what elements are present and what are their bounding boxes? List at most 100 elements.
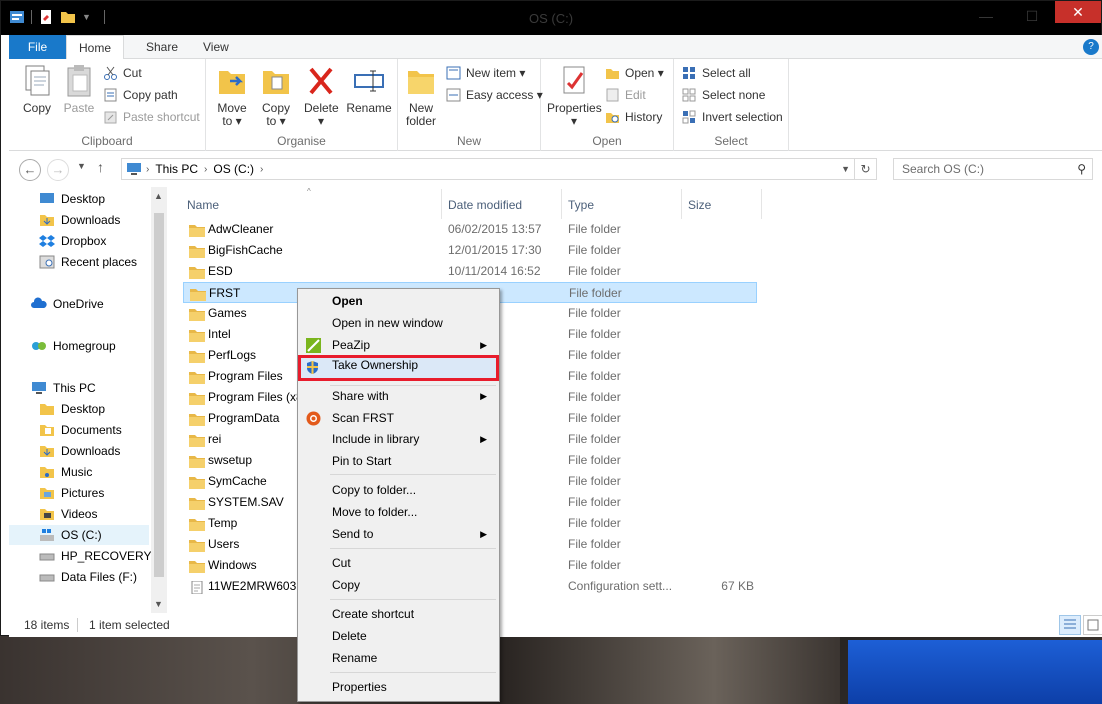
rename-button[interactable]: Rename: [346, 63, 392, 115]
move-to-button[interactable]: Move to ▾: [212, 63, 252, 128]
folder-icon: [189, 475, 205, 489]
open-button[interactable]: Open ▾: [605, 63, 664, 83]
menu-item-properties[interactable]: Properties: [300, 677, 497, 698]
close-button[interactable]: ✕: [1055, 1, 1101, 23]
menu-item-scan-frst[interactable]: Scan FRST: [300, 408, 497, 429]
menu-item-move-to-folder[interactable]: Move to folder...: [300, 502, 497, 523]
menu-item-copy-to-folder[interactable]: Copy to folder...: [300, 480, 497, 501]
menu-item-open[interactable]: Open: [300, 291, 497, 312]
menu-item-send-to-label: Send to: [332, 527, 374, 541]
nav-item-os-c[interactable]: OS (C:): [9, 525, 149, 545]
column-divider[interactable]: [561, 189, 562, 219]
up-arrow-icon[interactable]: ↑: [97, 159, 104, 175]
select-none-button[interactable]: Select none: [682, 85, 765, 105]
copy-to-button[interactable]: Copy to ▾: [256, 63, 296, 128]
menu-item-open-new-window[interactable]: Open in new window: [300, 313, 497, 334]
column-type[interactable]: Type: [568, 193, 594, 217]
desktop-icon: [39, 192, 55, 206]
sort-ascending-icon: ^: [307, 187, 311, 196]
menu-item-delete[interactable]: Delete: [300, 626, 497, 647]
delete-button[interactable]: Delete ▾: [304, 63, 339, 128]
uac-shield-icon: [305, 360, 320, 375]
tab-share[interactable]: Share: [132, 35, 192, 59]
nav-label: Videos: [61, 507, 98, 521]
easy-access-button[interactable]: Easy access ▾: [446, 85, 543, 105]
scroll-down-icon[interactable]: ▼: [154, 599, 163, 609]
menu-item-scan-frst-label: Scan FRST: [332, 411, 395, 425]
history-button[interactable]: History: [605, 107, 662, 127]
menu-item-rename[interactable]: Rename: [300, 648, 497, 669]
breadcrumb-os-c[interactable]: OS (C:): [207, 162, 260, 176]
back-button[interactable]: ←: [19, 159, 41, 181]
copy-button[interactable]: Copy: [19, 63, 55, 115]
search-input[interactable]: Search OS (C:) ⚲: [893, 158, 1093, 180]
easy-access-icon: [446, 88, 461, 102]
cell-name: BigFishCache: [208, 243, 283, 257]
forward-button[interactable]: →: [47, 159, 69, 181]
submenu-arrow-icon: ▶: [480, 434, 487, 444]
menu-item-take-ownership[interactable]: Take Ownership: [298, 355, 499, 381]
maximize-button[interactable]: ☐: [1009, 1, 1055, 31]
edit-button[interactable]: Edit: [605, 85, 646, 105]
menu-item-share-with[interactable]: Share with ▶: [300, 386, 497, 407]
copy-path-button[interactable]: Copy path: [103, 85, 178, 105]
new-item-button[interactable]: New item ▾: [446, 63, 525, 83]
menu-item-peazip[interactable]: PeaZip ▶: [300, 335, 497, 356]
menu-item-include-in-library-label: Include in library: [332, 432, 420, 446]
breadcrumb-this-pc[interactable]: This PC: [149, 162, 204, 176]
details-view-button[interactable]: [1059, 615, 1081, 635]
scroll-up-icon[interactable]: ▲: [154, 191, 163, 201]
submenu-arrow-icon: ▶: [480, 340, 487, 350]
tab-view[interactable]: View: [189, 35, 243, 59]
menu-item-include-in-library[interactable]: Include in library ▶: [300, 429, 497, 450]
select-all-button[interactable]: Select all: [682, 63, 751, 83]
menu-item-pin-to-start[interactable]: Pin to Start: [300, 451, 497, 472]
drive-icon: [39, 549, 55, 563]
cell-type: File folder: [568, 516, 621, 530]
recent-locations-chevron-icon[interactable]: ▼: [77, 161, 86, 171]
menu-separator: [330, 474, 496, 475]
menu-item-create-shortcut[interactable]: Create shortcut: [300, 604, 497, 625]
table-row[interactable]: AdwCleaner 06/02/2015 13:57 File folder: [183, 219, 757, 240]
menu-item-cut[interactable]: Cut: [300, 553, 497, 574]
menu-item-copy[interactable]: Copy: [300, 575, 497, 596]
nav-scrollbar[interactable]: ▲ ▼: [151, 187, 167, 613]
tab-home[interactable]: Home: [66, 35, 124, 60]
large-icons-view-button[interactable]: [1083, 615, 1102, 635]
menu-item-send-to[interactable]: Send to ▶: [300, 524, 497, 545]
new-folder-button[interactable]: New folder: [404, 63, 438, 128]
table-row[interactable]: ESD 10/11/2014 16:52 File folder: [183, 261, 757, 282]
properties-button[interactable]: Properties ▾: [547, 63, 602, 128]
column-divider[interactable]: [681, 189, 682, 219]
cut-button[interactable]: Cut: [103, 63, 142, 83]
paste-button[interactable]: Paste: [61, 63, 97, 115]
scissors-icon: [103, 66, 118, 80]
copy-icon: [21, 63, 53, 99]
paste-shortcut-button[interactable]: Paste shortcut: [103, 107, 200, 127]
clipboard-icon: [63, 63, 95, 99]
downloads-folder-icon: [39, 444, 55, 458]
address-bar[interactable]: › This PC › OS (C:) › ▼ ↻: [121, 158, 877, 180]
column-name[interactable]: Name: [187, 193, 219, 217]
scrollbar-thumb[interactable]: [154, 213, 164, 577]
cell-type: File folder: [568, 222, 621, 236]
column-divider[interactable]: [761, 189, 762, 219]
search-placeholder: Search OS (C:): [902, 162, 985, 176]
minimize-button[interactable]: —: [963, 1, 1009, 31]
help-icon[interactable]: ?: [1083, 39, 1099, 55]
address-row: ← → ▼ ↑ › This PC › OS (C:) › ▼ ↻ Search…: [9, 151, 1102, 187]
table-row[interactable]: BigFishCache 12/01/2015 17:30 File folder: [183, 240, 757, 261]
open-group-label: Open: [592, 134, 622, 148]
nav-label: Documents: [61, 423, 122, 437]
column-date-modified[interactable]: Date modified: [448, 193, 522, 217]
refresh-icon[interactable]: ↻: [854, 159, 876, 179]
clipboard-group-label: Clipboard: [81, 134, 133, 148]
column-size[interactable]: Size: [688, 193, 711, 217]
copy-label: Copy: [22, 101, 51, 115]
invert-selection-button[interactable]: Invert selection: [682, 107, 783, 127]
tab-file[interactable]: File: [9, 35, 66, 59]
column-divider[interactable]: [441, 189, 442, 219]
address-dropdown-icon[interactable]: ▼: [841, 164, 850, 174]
folder-icon: [189, 349, 205, 363]
folder-icon: [189, 223, 205, 237]
